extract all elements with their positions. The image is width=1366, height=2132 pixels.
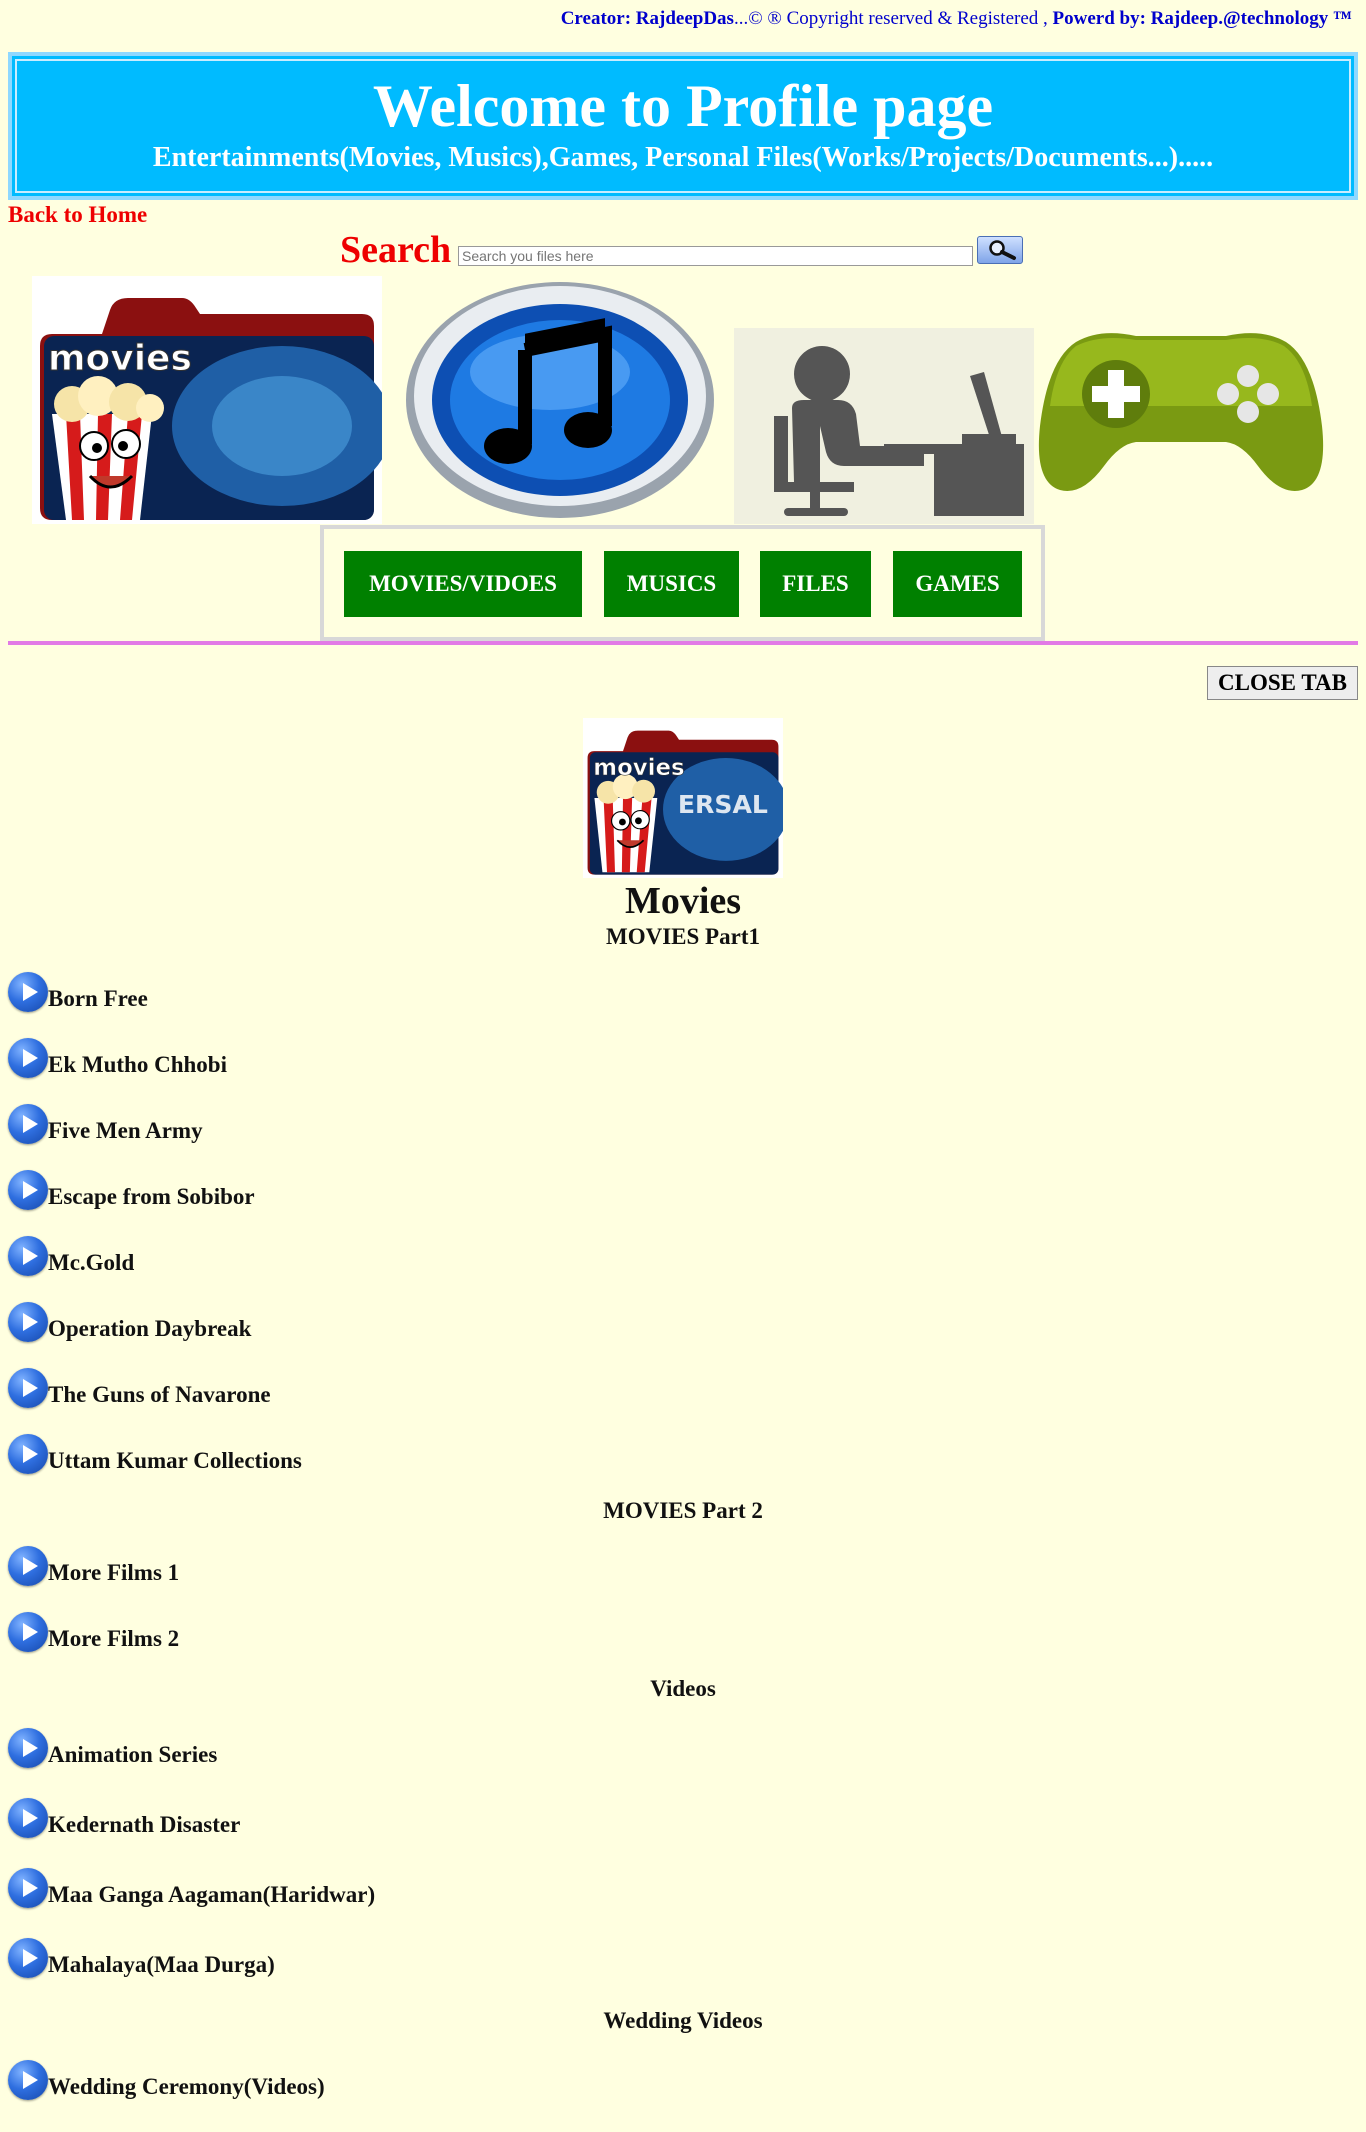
section-heading: Wedding Videos xyxy=(603,2008,763,2033)
creator-label: Creator: RajdeepDas xyxy=(560,8,734,29)
files-tile[interactable] xyxy=(734,276,1064,524)
play-icon xyxy=(8,1368,48,1408)
search-label: Search xyxy=(340,229,452,271)
nav-files-button[interactable]: FILES xyxy=(760,551,871,617)
welcome-banner: Welcome to Profile page Entertainments(M… xyxy=(8,52,1358,200)
play-icon xyxy=(8,1798,48,1838)
nav-movies-button[interactable]: MOVIES/VIDOES xyxy=(344,551,582,617)
item-label: Born Free xyxy=(48,986,148,1011)
music-note-icon xyxy=(406,282,714,518)
nav-games-button[interactable]: GAMES xyxy=(893,551,1022,617)
section-heading: MOVIES Part1 xyxy=(606,924,760,949)
play-icon xyxy=(8,1938,48,1978)
play-icon xyxy=(8,1104,48,1144)
item-label: Operation Daybreak xyxy=(48,1316,252,1341)
play-icon xyxy=(8,1038,48,1078)
page-subtitle: Entertainments(Movies, Musics),Games, Pe… xyxy=(152,142,1214,173)
movies-folder-icon: ERSAL movies xyxy=(587,730,789,875)
gamepad-icon xyxy=(1038,333,1324,491)
movies-folder-icon: movies xyxy=(40,298,392,520)
divider xyxy=(8,641,1358,645)
play-icon xyxy=(8,1434,48,1474)
search-button[interactable] xyxy=(977,236,1023,264)
magnifier-icon xyxy=(989,240,1016,260)
item-label: Mc.Gold xyxy=(48,1250,135,1275)
play-icon xyxy=(8,2060,48,2100)
item-label: Escape from Sobibor xyxy=(48,1184,255,1209)
play-icon xyxy=(8,1236,48,1276)
search-input[interactable] xyxy=(458,246,973,266)
movies-tile[interactable]: movies xyxy=(32,276,392,524)
panel-title: Movies xyxy=(624,880,742,922)
music-tile[interactable] xyxy=(400,276,730,524)
copyright-text: ...© ® Copyright reserved & Registered , xyxy=(733,8,1048,29)
person-at-desk-icon xyxy=(734,328,1034,524)
item-label: Uttam Kumar Collections xyxy=(48,1448,302,1473)
thumbnail-text2: ERSAL xyxy=(678,790,768,819)
play-icon xyxy=(8,1612,48,1652)
play-icon xyxy=(8,1170,48,1210)
section-heading: MOVIES Part 2 xyxy=(603,1498,763,1523)
games-tile[interactable] xyxy=(1036,276,1326,524)
play-icon xyxy=(8,1728,48,1768)
play-icon xyxy=(8,1546,48,1586)
item-label: Mahalaya(Maa Durga) xyxy=(48,1952,275,1977)
item-label: Animation Series xyxy=(48,1742,218,1767)
item-label: Ek Mutho Chhobi xyxy=(48,1052,227,1077)
back-to-home-link[interactable]: Back to Home xyxy=(8,202,147,228)
category-nav: MOVIES/VIDOES MUSICS FILES GAMES xyxy=(320,525,1045,641)
category-tiles: movies xyxy=(32,276,1332,526)
movies-thumbnail: ERSAL movies xyxy=(583,718,789,878)
item-label: Wedding Ceremony(Videos) xyxy=(48,2074,325,2099)
item-label: More Films 1 xyxy=(48,1560,180,1585)
movies-folder-text: movies xyxy=(48,338,192,379)
page-title: Welcome to Profile page xyxy=(372,73,994,139)
item-label: Five Men Army xyxy=(48,1118,203,1143)
credits-line: Creator: RajdeepDas...© ® Copyright rese… xyxy=(0,0,1366,38)
section-heading: Videos xyxy=(650,1676,716,1701)
item-label: Kedernath Disaster xyxy=(48,1812,241,1837)
item-label: More Films 2 xyxy=(48,1626,180,1651)
thumbnail-text: movies xyxy=(593,755,684,781)
item-label: The Guns of Navarone xyxy=(48,1382,271,1407)
powered-label: Powerd by: Rajdeep.@technology ™ xyxy=(1052,8,1352,29)
play-icon xyxy=(8,1868,48,1908)
close-tab-button[interactable]: CLOSE TAB xyxy=(1207,666,1358,700)
item-label: Maa Ganga Aagaman(Haridwar) xyxy=(48,1882,376,1907)
play-icon xyxy=(8,972,48,1012)
nav-musics-button[interactable]: MUSICS xyxy=(604,551,739,617)
play-icon xyxy=(8,1302,48,1342)
